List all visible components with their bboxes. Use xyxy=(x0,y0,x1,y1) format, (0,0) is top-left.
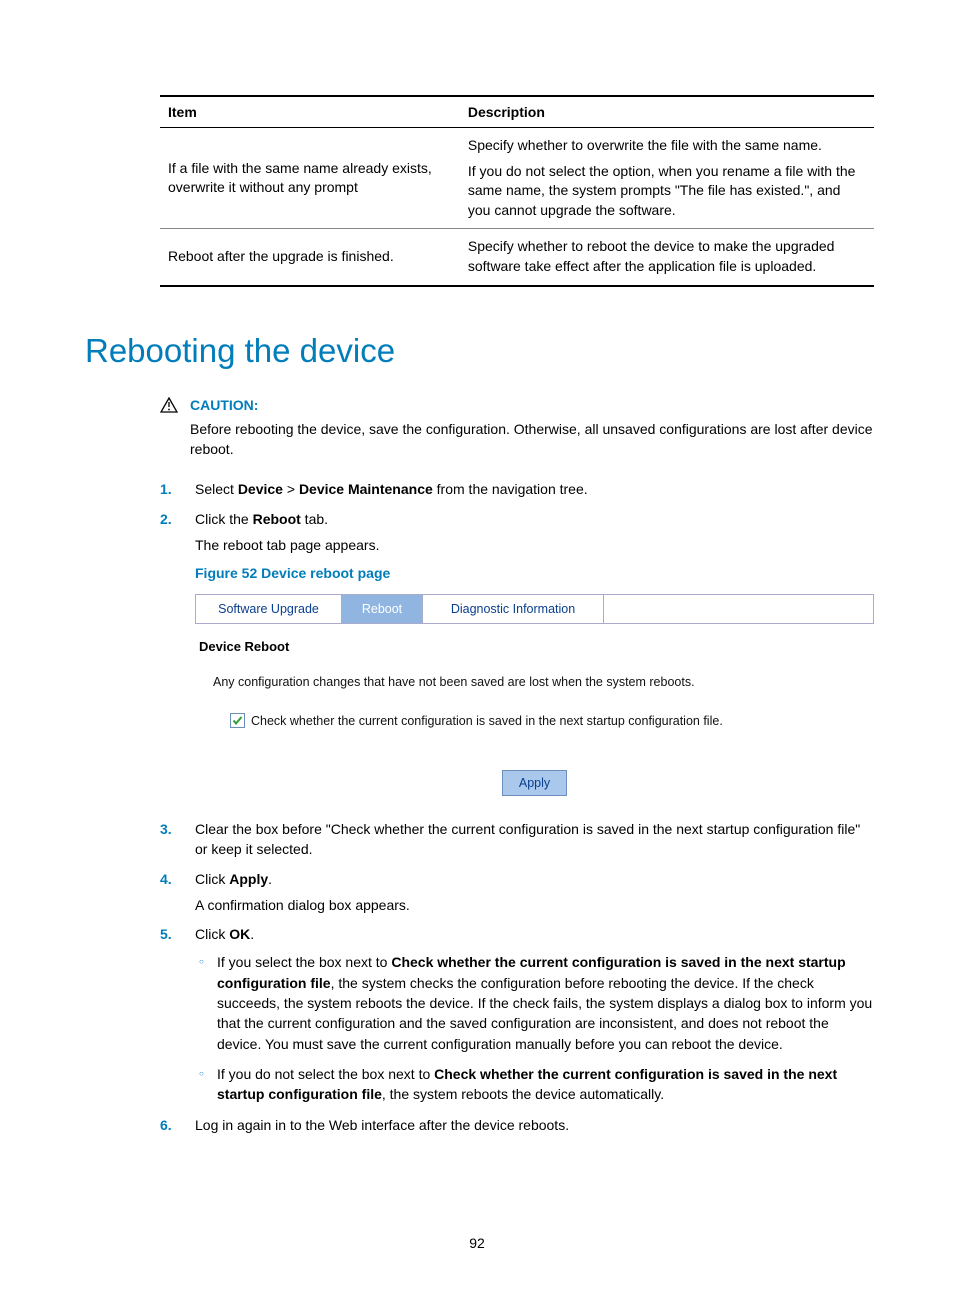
apply-button[interactable]: Apply xyxy=(502,770,567,796)
step-text-bold: OK xyxy=(229,926,250,942)
step-text-bold: Apply xyxy=(229,871,268,887)
steps-list: Select Device > Device Maintenance from … xyxy=(160,479,874,1134)
sub-text: If you select the box next to xyxy=(217,954,391,970)
sub-item: If you do not select the box next to Che… xyxy=(195,1064,874,1105)
document-page: Item Description If a file with the same… xyxy=(0,0,954,1296)
tab-software-upgrade[interactable]: Software Upgrade xyxy=(196,595,342,623)
sub-item: If you select the box next to Check whet… xyxy=(195,952,874,1053)
step-text-bold: Device xyxy=(238,481,283,497)
figure-reboot-ui: Software Upgrade Reboot Diagnostic Infor… xyxy=(195,594,874,804)
section-heading: Rebooting the device xyxy=(85,332,874,370)
table-cell-item: If a file with the same name already exi… xyxy=(160,128,460,229)
step-4: Click Apply. A confirmation dialog box a… xyxy=(160,869,874,916)
table-header-description: Description xyxy=(460,96,874,128)
config-checkbox[interactable] xyxy=(230,713,245,728)
sub-text: , the system reboots the device automati… xyxy=(382,1086,664,1102)
step-subtext: The reboot tab page appears. xyxy=(195,535,874,555)
table-cell-description: Specify whether to reboot the device to … xyxy=(460,229,874,286)
tab-empty xyxy=(604,595,873,623)
figure-apply-row: Apply xyxy=(195,740,874,804)
page-number: 92 xyxy=(0,1235,954,1251)
step-text: . xyxy=(268,871,272,887)
step-text: > xyxy=(283,481,299,497)
caution-title: CAUTION: xyxy=(190,395,874,415)
tab-reboot[interactable]: Reboot xyxy=(342,595,423,623)
caution-block: CAUTION: Before rebooting the device, sa… xyxy=(160,395,874,460)
step-5: Click OK. If you select the box next to … xyxy=(160,924,874,1104)
sub-list: If you select the box next to Check whet… xyxy=(195,952,874,1104)
table-row: Reboot after the upgrade is finished. Sp… xyxy=(160,229,874,286)
figure-checkbox-label: Check whether the current configuration … xyxy=(251,712,723,730)
table-cell-text: Specify whether to overwrite the file wi… xyxy=(468,136,866,156)
step-text: . xyxy=(250,926,254,942)
parameter-table: Item Description If a file with the same… xyxy=(160,95,874,287)
table-cell-description: Specify whether to overwrite the file wi… xyxy=(460,128,874,229)
step-text: tab. xyxy=(301,511,328,527)
table-row: If a file with the same name already exi… xyxy=(160,128,874,229)
tab-row: Software Upgrade Reboot Diagnostic Infor… xyxy=(195,594,874,624)
step-1: Select Device > Device Maintenance from … xyxy=(160,479,874,499)
step-text-bold: Device Maintenance xyxy=(299,481,433,497)
caution-content: CAUTION: Before rebooting the device, sa… xyxy=(190,395,874,460)
step-6: Log in again in to the Web interface aft… xyxy=(160,1115,874,1135)
figure-caption: Figure 52 Device reboot page xyxy=(195,563,874,583)
step-3: Clear the box before "Check whether the … xyxy=(160,819,874,860)
table-cell-text: If you do not select the option, when yo… xyxy=(468,162,866,221)
caution-text: Before rebooting the device, save the co… xyxy=(190,421,873,457)
figure-warning-text: Any configuration changes that have not … xyxy=(195,663,874,697)
caution-icon xyxy=(160,395,180,418)
step-2: Click the Reboot tab. The reboot tab pag… xyxy=(160,509,874,804)
table-cell-item: Reboot after the upgrade is finished. xyxy=(160,229,460,286)
step-text: from the navigation tree. xyxy=(433,481,588,497)
figure-checkbox-row: Check whether the current configuration … xyxy=(195,697,874,740)
step-text: Click the xyxy=(195,511,253,527)
step-text-bold: Reboot xyxy=(253,511,301,527)
step-text: Click xyxy=(195,871,229,887)
step-text: Click xyxy=(195,926,229,942)
step-text: Select xyxy=(195,481,238,497)
tab-diagnostic-information[interactable]: Diagnostic Information xyxy=(423,595,604,623)
step-subtext: A confirmation dialog box appears. xyxy=(195,895,874,915)
figure-section-title: Device Reboot xyxy=(195,624,874,663)
sub-text: If you do not select the box next to xyxy=(217,1066,434,1082)
table-header-item: Item xyxy=(160,96,460,128)
